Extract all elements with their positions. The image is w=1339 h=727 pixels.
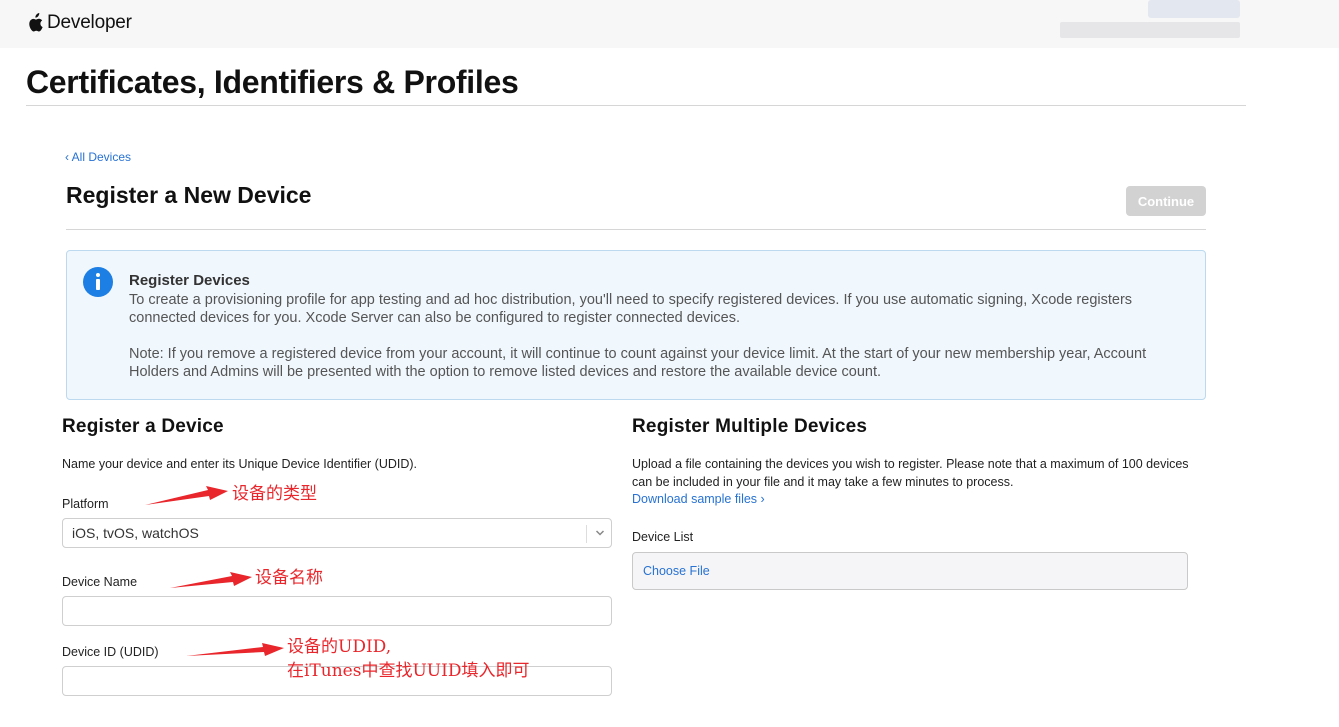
chevron-down-icon <box>595 530 605 536</box>
continue-button[interactable]: Continue <box>1126 186 1206 216</box>
device-list-file-input[interactable]: Choose File <box>632 552 1188 590</box>
register-multiple-title: Register Multiple Devices <box>632 416 868 437</box>
udid-annotation-line1: 设备的UDID, <box>287 637 392 657</box>
annotation-arrow <box>170 572 252 588</box>
download-sample-files-link[interactable]: Download sample files › <box>632 492 765 506</box>
section-divider <box>66 229 1206 230</box>
title-divider <box>26 105 1246 106</box>
page-title: Certificates, Identifiers & Profiles <box>26 64 519 100</box>
top-navigation-bar: Developer <box>0 0 1339 48</box>
apple-logo-icon <box>29 13 43 32</box>
register-multiple-description: Upload a file containing the devices you… <box>632 457 1189 489</box>
section-title: Register a New Device <box>66 182 312 208</box>
info-heading: Register Devices <box>129 272 250 289</box>
register-device-title: Register a Device <box>62 416 224 437</box>
developer-logo[interactable]: Developer <box>27 10 132 36</box>
info-paragraph: To create a provisioning profile for app… <box>129 292 1133 326</box>
udid-annotation-line2: 在iTunes中查找UUID填入即可 <box>287 661 530 681</box>
info-note-paragraph: Note: If you remove a registered device … <box>129 346 1147 380</box>
udid-label: Device ID (UDID) <box>62 645 159 659</box>
redacted-block <box>1148 0 1240 18</box>
account-menu-redacted[interactable] <box>1060 0 1240 40</box>
device-name-annotation: 设备名称 <box>255 568 323 588</box>
info-icon <box>83 267 113 297</box>
redacted-block <box>1060 22 1240 38</box>
annotation-arrow <box>145 486 228 505</box>
register-devices-info-box: Register Devices To create a provisionin… <box>66 250 1206 400</box>
select-separator <box>586 525 587 543</box>
platform-select[interactable]: iOS, tvOS, watchOS <box>62 518 612 548</box>
annotation-arrow <box>186 643 284 656</box>
device-list-label: Device List <box>632 530 694 544</box>
device-name-label: Device Name <box>62 575 138 589</box>
all-devices-back-link[interactable]: ‹ All Devices <box>65 150 131 164</box>
platform-annotation: 设备的类型 <box>232 484 317 504</box>
brand-text: Developer <box>47 12 132 33</box>
platform-label: Platform <box>62 497 109 511</box>
device-name-input[interactable] <box>62 596 612 626</box>
choose-file-button[interactable]: Choose File <box>643 564 710 578</box>
platform-selected-value: iOS, tvOS, watchOS <box>72 525 199 541</box>
register-device-description: Name your device and enter its Unique De… <box>62 457 418 471</box>
